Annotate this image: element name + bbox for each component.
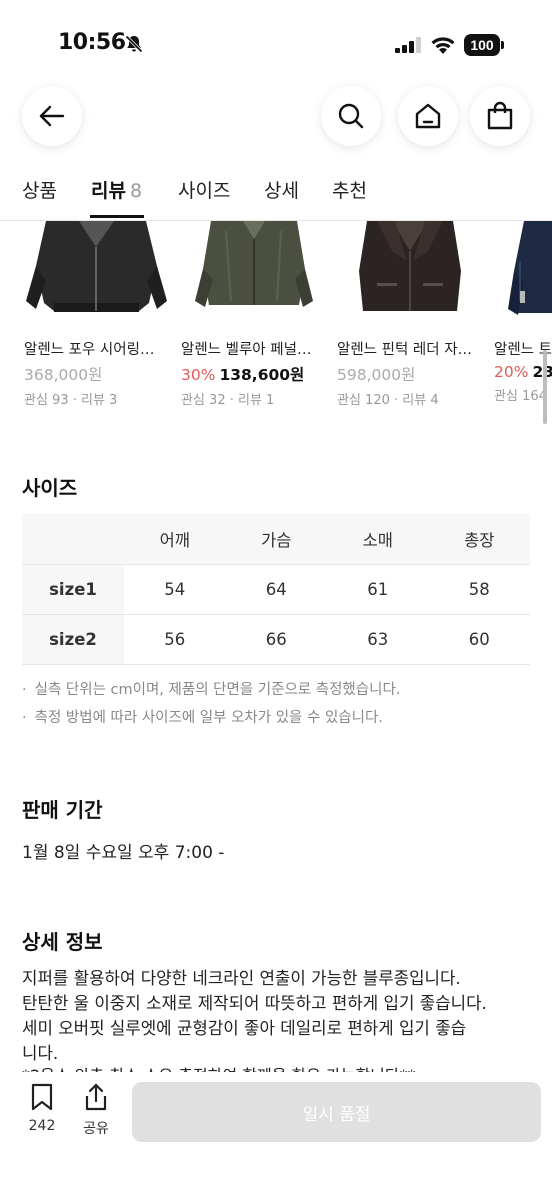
- table-cell: 56: [124, 614, 226, 665]
- size-note: · 실측 단위는 cm이며, 제품의 단면을 기준으로 측정했습니다.: [22, 682, 401, 698]
- row-label: size1: [22, 564, 124, 615]
- soldout-button[interactable]: 일시 품절: [132, 1082, 541, 1142]
- active-tab-indicator: [90, 215, 144, 218]
- column-header: 어깨: [124, 514, 226, 565]
- like-button[interactable]: 242: [22, 1082, 62, 1134]
- size-table: 어깨 가슴 소매 총장 size1 54 64 61 58 size2 56 6…: [22, 514, 530, 665]
- row-label: size2: [22, 614, 124, 665]
- like-count: 242: [28, 1118, 56, 1134]
- detail-info-text: 지퍼를 활용하여 다양한 네크라인 연출이 가능한 블루종입니다. 탄탄한 울 …: [22, 966, 532, 1066]
- product-meta: 관심 120 · 리뷰 4: [337, 393, 439, 408]
- section-tabs: 상품 리뷰 8 사이즈 상세 추천: [0, 168, 552, 221]
- size-note-text: 측정 방법에 따라 사이즈에 일부 오차가 있을 수 있습니다.: [34, 710, 383, 726]
- tab-size[interactable]: 사이즈: [178, 176, 230, 203]
- share-icon: [85, 1083, 107, 1111]
- detail-line: 탄탄한 울 이중지 소재로 제작되어 따뜻하고 편하게 입기 좋습니다.: [22, 993, 487, 1013]
- tab-detail[interactable]: 상세: [264, 176, 299, 203]
- table-cell: 63: [327, 614, 429, 665]
- column-header: 소매: [327, 514, 429, 565]
- bell-muted-icon: [125, 35, 143, 53]
- recommended-products: 알렌느 포우 시어링… 368,000원 관심 93 · 리뷰 3 알렌느 벨루…: [0, 221, 552, 411]
- share-label: 공유: [83, 1121, 109, 1137]
- tab-recommend[interactable]: 추천: [332, 176, 367, 203]
- tab-reviews-count: 8: [129, 180, 143, 202]
- product-name: 알렌느 핀턱 레더 자…: [337, 342, 473, 358]
- product-card[interactable]: 알렌느 핀턱 레더 자… 598,000원 관심 120 · 리뷰 4: [337, 221, 482, 408]
- battery-icon: 100: [464, 34, 504, 56]
- bookmark-icon: [31, 1083, 53, 1111]
- search-icon: [338, 103, 364, 129]
- product-card[interactable]: 알렌느 벨루아 페널… 30% 138,600원 관심 32 · 리뷰 1: [181, 221, 326, 408]
- table-cell: 66: [225, 614, 327, 665]
- product-meta: 관심 32 · 리뷰 1: [181, 393, 275, 408]
- battery-level: 100: [464, 34, 500, 56]
- search-button[interactable]: [321, 86, 381, 146]
- product-price: 368,000원: [24, 363, 169, 385]
- table-cell: 61: [327, 564, 429, 615]
- size-table-header: 어깨 가슴 소매 총장: [22, 514, 530, 565]
- product-discount: 20%: [494, 363, 529, 381]
- sale-period-title: 판매 기간: [22, 798, 103, 822]
- detail-line-cutoff: *2온스 안추 최소 소요 측정하여 함께을 항우 가능합니다**: [22, 1062, 416, 1072]
- product-original-price: 598,000원: [337, 366, 416, 384]
- product-name: 알렌느 벨루아 페널…: [181, 342, 312, 358]
- column-header: 총장: [428, 514, 530, 565]
- table-row: size1 54 64 61 58: [22, 564, 530, 615]
- product-price: 598,000원: [337, 363, 482, 385]
- home-button[interactable]: [398, 86, 458, 146]
- product-meta: 관심 93 · 리뷰 3: [24, 393, 118, 408]
- table-cell: 54: [124, 564, 226, 615]
- detail-line: 지퍼를 활용하여 다양한 네크라인 연출이 가능한 블루종입니다.: [22, 968, 461, 988]
- detail-line: 세미 오버핏 실루엣에 균형감이 좋아 데일리로 편하게 입기 좋습: [22, 1018, 467, 1038]
- product-card[interactable]: 알렌느 포우 시어링… 368,000원 관심 93 · 리뷰 3: [24, 221, 169, 408]
- product-sale-price: 138,600원: [219, 366, 305, 384]
- table-cell: 60: [428, 614, 530, 665]
- detail-info-title: 상세 정보: [22, 930, 103, 954]
- table-cell: 58: [428, 564, 530, 615]
- product-image: [337, 221, 482, 321]
- product-price: 30% 138,600원: [181, 363, 326, 385]
- shopping-bag-icon: [487, 101, 513, 130]
- size-section-title: 사이즈: [22, 476, 78, 500]
- share-button[interactable]: 공유: [76, 1082, 116, 1138]
- tab-reviews-label: 리뷰: [91, 180, 126, 202]
- product-image: [181, 221, 326, 321]
- tab-products[interactable]: 상품: [22, 176, 57, 203]
- table-cell: 64: [225, 564, 327, 615]
- wifi-icon: [431, 37, 455, 54]
- signal-icon: [395, 37, 421, 53]
- page-scrollbar[interactable]: [543, 350, 547, 424]
- home-icon: [415, 103, 441, 129]
- table-row: size2 56 66 63 60: [22, 614, 530, 665]
- size-table-corner: [22, 514, 124, 565]
- size-note: · 측정 방법에 따라 사이즈에 일부 오차가 있을 수 있습니다.: [22, 710, 383, 726]
- product-name: 알렌느 포우 시어링…: [24, 342, 155, 358]
- column-header: 가슴: [225, 514, 327, 565]
- size-notes: · 실측 단위는 cm이며, 제품의 단면을 기준으로 측정했습니다. · 측정 방…: [22, 678, 400, 734]
- bottom-action-bar: 242 공유 일시 품절: [0, 1072, 552, 1200]
- arrow-left-icon: [39, 105, 65, 127]
- status-time: 10:56: [58, 30, 126, 55]
- product-discount: 30%: [181, 366, 216, 384]
- product-image: [24, 221, 169, 321]
- shopping-bag-button[interactable]: [470, 86, 530, 146]
- size-note-text: 실측 단위는 cm이며, 제품의 단면을 기준으로 측정했습니다.: [34, 682, 401, 698]
- product-original-price: 368,000원: [24, 366, 103, 384]
- back-button[interactable]: [22, 86, 82, 146]
- status-bar: 10:56 100: [0, 0, 552, 84]
- tab-reviews[interactable]: 리뷰 8: [91, 176, 142, 203]
- product-image: [494, 221, 552, 321]
- sale-period-text: 1월 8일 수요일 오후 7:00 -: [22, 843, 225, 863]
